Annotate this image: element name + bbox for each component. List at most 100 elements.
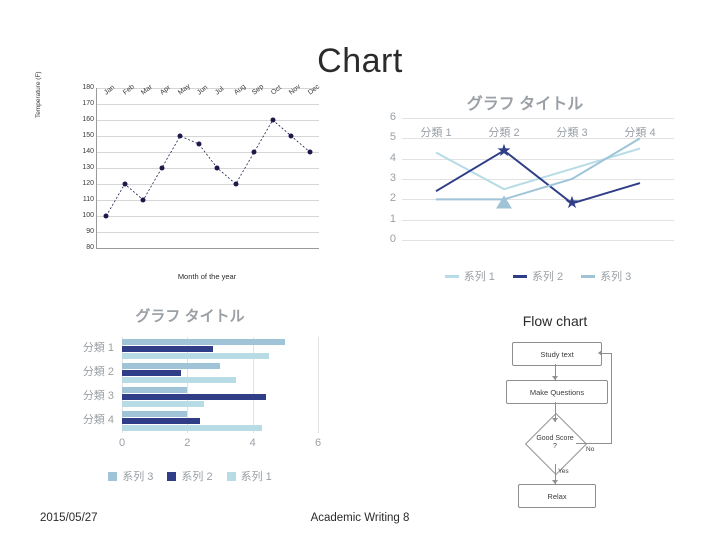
scatter-y-tick: 100	[82, 212, 94, 219]
flow-arrow-3	[552, 480, 558, 484]
bar-segment	[122, 363, 220, 369]
bar-segment	[122, 401, 204, 407]
bar-chart-category-label: 分類 2	[82, 366, 114, 378]
bar-chart-x-tick: 0	[118, 437, 126, 449]
line-chart-gridline	[402, 240, 674, 241]
line-chart-x-tick: 分類 4	[624, 127, 656, 139]
scatter-y-tick: 160	[82, 116, 94, 123]
bar-segment	[122, 377, 237, 383]
line-chart-y-tick: 4	[389, 151, 396, 164]
bar-segment	[122, 394, 266, 400]
bar-chart-x-tick: 4	[249, 437, 256, 449]
flow-edge-label-yes: Yes	[558, 468, 569, 475]
line-chart-y-tick: 6	[389, 111, 396, 123]
flow-node-relax: Relax	[518, 484, 596, 508]
scatter-point	[196, 141, 202, 147]
line-chart-y-tick: 3	[389, 172, 396, 184]
line-series-1	[435, 147, 641, 191]
line-chart-legend-label: 系列 1	[463, 271, 495, 283]
bar-segment	[122, 370, 181, 376]
scatter-y-tick: 170	[82, 100, 94, 107]
scatter-series-path	[105, 119, 311, 217]
scatter-y-axis-label: Temperature (F)	[35, 71, 42, 118]
footer-subject: Academic Writing 8	[310, 512, 410, 524]
flow-connector-no-h	[576, 443, 612, 444]
flow-connector-no-v	[611, 353, 612, 443]
flow-chart: Study text Make Questions Good Score ? R…	[498, 336, 628, 516]
scatter-x-axis-label: Month of the year	[177, 272, 237, 281]
scatter-y-tick: 130	[82, 164, 94, 171]
scatter-y-tick: 180	[82, 84, 94, 91]
line-chart-y-tick: 5	[389, 131, 396, 144]
bar-segment	[122, 353, 269, 359]
slide: Chart Temperature (F) 80 90 100 110 120 130 14…	[0, 0, 720, 540]
bar-chart-x-tick: 2	[184, 437, 191, 449]
bar-chart-legend: 系列 3 系列 2 系列 1	[30, 468, 350, 484]
bar-chart-gridline	[318, 337, 319, 433]
line-chart-x-tick: 分類 1	[420, 127, 452, 139]
scatter-point	[270, 117, 276, 123]
scatter-point	[140, 197, 146, 203]
scatter-point	[103, 213, 109, 219]
line-chart-legend: 系列 1 系列 2 系列 3	[402, 268, 674, 284]
legend-swatch-icon	[581, 274, 596, 278]
scatter-y-tick: 80	[86, 244, 94, 251]
line-chart-x-tick: 分類 3	[556, 127, 588, 139]
flow-arrow-2	[552, 418, 558, 422]
legend-swatch-icon	[108, 471, 118, 481]
bar-segment	[122, 339, 286, 345]
legend-swatch-icon	[226, 471, 236, 481]
scatter-point	[122, 181, 128, 187]
flow-arrow-1	[552, 376, 558, 380]
bar-chart-title: グラフ タイトル	[135, 308, 245, 325]
bar-chart-legend-item[interactable]: 系列 1	[226, 468, 272, 484]
scatter-point	[251, 149, 257, 155]
bar-chart-category-label: 分類 1	[82, 342, 114, 354]
line-chart-triangle-marker	[496, 195, 512, 209]
bar-segment	[122, 411, 188, 417]
scatter-point	[159, 165, 165, 171]
line-chart: グラフ タイトル 0 1 2 3 4 5 6 ★ ★ 分類 1 分類 2 分類 3 分類 4 系列 1系…	[360, 90, 690, 305]
flow-chart-label: Flow chart	[522, 313, 588, 329]
scatter-point	[177, 133, 183, 139]
line-chart-plot-area: 0 1 2 3 4 5 6 ★ ★ 分類 1 分類 2 分類 3 分類 4	[390, 112, 674, 245]
page-title: Chart	[317, 42, 403, 80]
scatter-y-tick: 90	[86, 228, 94, 235]
bar-segment	[122, 418, 201, 424]
line-chart-legend-label: 系列 3	[600, 271, 632, 283]
line-chart-y-tick: 0	[389, 233, 396, 245]
bar-chart-legend-item[interactable]: 系列 2	[167, 468, 213, 484]
scatter-y-tick: 140	[82, 148, 94, 155]
bar-chart-gridline	[252, 337, 254, 433]
bar-chart-legend-label: 系列 1	[240, 471, 272, 483]
line-chart-title: グラフ タイトル	[466, 96, 584, 113]
scatter-y-tick: 110	[82, 196, 94, 203]
flow-arrow-no	[598, 350, 602, 356]
flow-node-study-text: Study text	[512, 342, 602, 366]
line-chart-y-tick: 1	[389, 212, 396, 225]
bar-chart-legend-label: 系列 3	[122, 471, 154, 483]
scatter-point	[288, 133, 294, 139]
scatter-chart: Temperature (F) 80 90 100 110 120 130 140 150 16…	[35, 71, 338, 282]
bar-chart-legend-item[interactable]: 系列 3	[108, 468, 153, 484]
line-chart-legend-item[interactable]: 系列 2	[512, 268, 563, 284]
scatter-point	[233, 181, 239, 187]
line-chart-x-tick: 分類 2	[488, 127, 520, 139]
scatter-y-tick: 120	[82, 180, 94, 187]
line-chart-legend-item[interactable]: 系列 3	[581, 268, 631, 284]
bar-chart-plot-area: 0 2 4 6 分類 1 分類 2 分類 3 分類 4	[83, 337, 321, 449]
legend-swatch-icon	[444, 274, 459, 278]
flow-node-make-questions: Make Questions	[506, 380, 608, 404]
flow-edge-label-no: No	[586, 446, 595, 453]
flow-node-decision-label: Good Score ?	[536, 434, 574, 450]
line-chart-legend-item[interactable]: 系列 1	[444, 268, 495, 284]
scatter-plot-area: 80 90 100 110 120 130 140 150 160 170 180 Jan Feb Mar…	[82, 83, 321, 251]
bar-chart-category-label: 分類 3	[82, 390, 114, 402]
scatter-point	[214, 165, 220, 171]
bar-chart-legend-label: 系列 2	[181, 471, 213, 483]
scatter-y-tick: 150	[82, 132, 94, 139]
bar-chart: グラフ タイトル 0 2 4 6 分類 1 分類 2 分類 3 分類 4 系列 3 系列 2 系列…	[30, 305, 350, 495]
scatter-point	[307, 149, 313, 155]
legend-swatch-icon	[512, 274, 527, 278]
line-chart-y-tick: 2	[389, 192, 396, 205]
